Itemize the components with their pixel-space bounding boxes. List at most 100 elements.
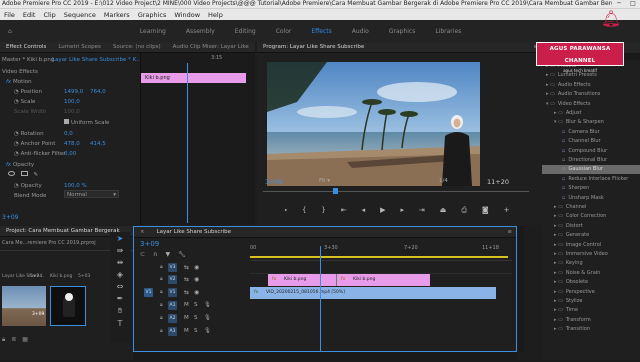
timeline-ruler[interactable]: 00 3+30 7+20 11+18 — [250, 245, 512, 261]
menu-item-file[interactable]: File — [0, 11, 19, 19]
pen-mask-icon[interactable]: ✎ — [34, 172, 39, 178]
home-icon[interactable]: ⌂ — [0, 28, 20, 35]
effect-item[interactable]: ▸ ▭ Transition — [542, 325, 640, 334]
effect-item[interactable]: ▸ ▭ Keying — [542, 259, 640, 268]
mic-icon[interactable]: 🎙︎ — [204, 302, 211, 308]
timeline-playhead[interactable] — [320, 246, 321, 352]
menu-item-markers[interactable]: Markers — [100, 11, 134, 19]
toggle-output-icon[interactable]: ◉ — [194, 264, 199, 271]
sequence-clip-label[interactable]: Layar Like Share Subscribe * K... — [52, 57, 142, 63]
playhead[interactable] — [187, 63, 188, 223]
track-select-tool-icon[interactable]: ⇛ — [117, 246, 124, 255]
workspace-tab-audio[interactable]: Audio — [342, 28, 379, 35]
lock-icon[interactable]: 🔒︎ — [160, 328, 163, 334]
opacity-group-label[interactable]: Opacity — [13, 162, 34, 168]
lock-icon[interactable]: 🔒︎ — [160, 315, 163, 321]
track-area[interactable]: fx Kiki b.png fx Kiki b.png fx VID_20200215… — [250, 246, 512, 352]
workspace-tab-editing[interactable]: Editing — [225, 28, 266, 35]
mark-in-icon[interactable]: { — [302, 206, 306, 214]
work-area-bar[interactable] — [250, 256, 508, 258]
ec-timecode[interactable]: 3+09 — [2, 214, 18, 221]
stopwatch-icon[interactable]: ◔ — [14, 141, 19, 147]
resolution-select[interactable]: 1/4 — [439, 178, 448, 184]
lock-icon[interactable]: 🔒︎ — [160, 302, 163, 308]
ec-clip-bar[interactable]: Kiki b.png — [141, 73, 246, 83]
stopwatch-icon[interactable]: ◔ — [14, 131, 19, 137]
effect-item[interactable]: ▾ ▭ Video Effects — [542, 100, 640, 109]
solo-button[interactable]: S — [194, 315, 198, 321]
effect-item[interactable]: ▫ Sharpen — [542, 184, 640, 193]
workspace-tab-assembly[interactable]: Assembly — [176, 28, 225, 35]
anchor-x-value[interactable]: 478,0 — [64, 141, 80, 147]
effect-item[interactable]: ▸ ▭ Generate — [542, 231, 640, 240]
stopwatch-icon[interactable]: ◔ — [14, 89, 19, 95]
effect-item[interactable]: ▸ ▭ Color Correction — [542, 212, 640, 221]
scale-value[interactable]: 100,0 — [64, 99, 80, 105]
track-target-v1[interactable]: V1 — [168, 288, 177, 297]
effect-item[interactable]: ▸ ▭ Time — [542, 306, 640, 315]
tab-source[interactable]: Source: (no clips) — [107, 44, 167, 50]
effect-item[interactable]: ▸ ▭ Obsolete — [542, 278, 640, 287]
master-clip-label[interactable]: Master * Kiki b.png — [2, 57, 54, 63]
effect-item[interactable]: ▫ Channel Blur — [542, 137, 640, 146]
play-icon[interactable]: ▶ — [380, 206, 385, 214]
rect-mask-icon[interactable] — [20, 171, 28, 176]
opacity-value[interactable]: 100,0 % — [64, 183, 87, 189]
workspace-tab-learning[interactable]: Learning — [130, 28, 176, 35]
hamburger-icon[interactable]: ≡ — [501, 229, 516, 235]
pen-tool-icon[interactable]: ✒ — [117, 294, 124, 303]
menu-item-clip[interactable]: Clip — [39, 11, 59, 19]
menu-item-edit[interactable]: Edit — [19, 11, 40, 19]
step-back-icon[interactable]: ◂ — [362, 206, 366, 214]
workspace-tab-color[interactable]: Color — [266, 28, 302, 35]
antiflicker-value[interactable]: 0,00 — [64, 151, 76, 157]
lock-icon[interactable]: 🔒︎ — [160, 264, 163, 270]
position-x-value[interactable]: 1499,0 — [64, 89, 83, 95]
effect-item[interactable]: ▸ ▭ Audio Effects — [542, 81, 640, 90]
menu-item-graphics[interactable]: Graphics — [134, 11, 171, 19]
timeline-tab[interactable]: Layar Like Share Subscribe — [151, 229, 237, 235]
marker-icon[interactable]: ⬩ — [284, 206, 287, 215]
effect-item[interactable]: ▫ Camera Blur — [542, 128, 640, 137]
sync-lock-icon[interactable]: ⇆ — [184, 276, 189, 283]
go-to-in-icon[interactable]: ⇤ — [341, 206, 347, 214]
mic-icon[interactable]: 🎙︎ — [204, 328, 211, 334]
workspace-tab-graphics[interactable]: Graphics — [379, 28, 426, 35]
go-to-out-icon[interactable]: ⇥ — [419, 206, 425, 214]
position-y-value[interactable]: 764,0 — [90, 89, 106, 95]
stopwatch-icon[interactable]: ◔ — [14, 151, 19, 157]
blend-mode-select[interactable]: Normal — [67, 192, 87, 198]
effect-item[interactable]: ▸ ▭ Transform — [542, 316, 640, 325]
project-thumbnail[interactable] — [50, 286, 86, 326]
menu-item-help[interactable]: Help — [204, 11, 227, 19]
timeline-clip[interactable]: fx Kiki b.png — [268, 274, 336, 286]
solo-button[interactable]: S — [194, 328, 198, 334]
track-target-v2[interactable]: V2 — [168, 275, 177, 284]
workspace-tab-libraries[interactable]: Libraries — [425, 28, 471, 35]
effect-item[interactable]: ▸ ▭ Immersive Video — [542, 250, 640, 259]
sync-lock-icon[interactable]: ⇆ — [184, 264, 189, 271]
program-scrub-bar[interactable] — [257, 188, 542, 196]
ec-mini-timeline[interactable]: 3:15 Kiki b.png — [140, 53, 248, 225]
effect-item[interactable]: ▸ ▭ Adjust — [542, 109, 640, 118]
snap-icon[interactable]: ⊂ — [140, 251, 145, 258]
effect-item[interactable]: ▫ Compound Blur — [542, 147, 640, 156]
effect-item[interactable]: ▸ ▭ Distort — [542, 222, 640, 231]
settings-icon[interactable]: 🔧︎ — [178, 251, 186, 258]
anchor-y-value[interactable]: 414,5 — [90, 141, 106, 147]
stopwatch-icon[interactable]: ◔ — [14, 99, 19, 105]
ellipse-mask-icon[interactable] — [8, 171, 15, 176]
effect-item[interactable]: ▸ ▭ Audio Transitions — [542, 90, 640, 99]
lock-icon[interactable]: 🔒︎ — [160, 276, 163, 282]
effect-item[interactable]: ▸ ▭ Channel — [542, 203, 640, 212]
workspace-tab-effects[interactable]: Effects — [301, 28, 341, 35]
track-target-a1[interactable]: A1 — [168, 301, 177, 310]
linked-selection-icon[interactable]: ∩ — [153, 251, 157, 258]
effect-item[interactable]: ▸ ▭ Image Control — [542, 241, 640, 250]
type-tool-icon[interactable]: T — [118, 319, 123, 328]
program-title[interactable]: Program: Layar Like Share Subscribe — [257, 44, 370, 50]
effect-item[interactable]: ▾ ▭ Blur & Sharpen — [542, 118, 640, 127]
lift-icon[interactable]: ⏏ — [440, 206, 447, 214]
sync-lock-icon[interactable]: ⇆ — [184, 289, 189, 296]
camera-icon[interactable]: ◙ — [482, 206, 489, 214]
